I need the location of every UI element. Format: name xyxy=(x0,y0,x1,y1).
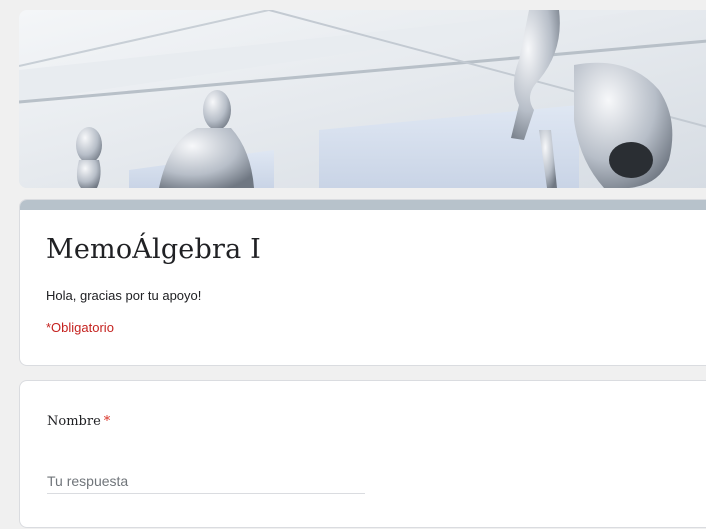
form-description: Hola, gracias por tu apoyo! xyxy=(46,288,202,303)
header-banner-image xyxy=(19,10,706,188)
header-accent-bar xyxy=(20,200,706,210)
question-title: Nombre xyxy=(47,414,101,429)
question-card-nombre: Nombre * xyxy=(19,380,706,528)
nombre-answer-input[interactable] xyxy=(47,469,365,494)
question-label: Nombre * xyxy=(47,414,110,429)
required-note: *Obligatorio xyxy=(46,320,114,335)
required-asterisk: * xyxy=(103,414,111,429)
form-page: MemoÁlgebra I Hola, gracias por tu apoyo… xyxy=(0,0,706,529)
form-title: MemoÁlgebra I xyxy=(46,234,262,265)
form-header-card: MemoÁlgebra I Hola, gracias por tu apoyo… xyxy=(19,199,706,366)
